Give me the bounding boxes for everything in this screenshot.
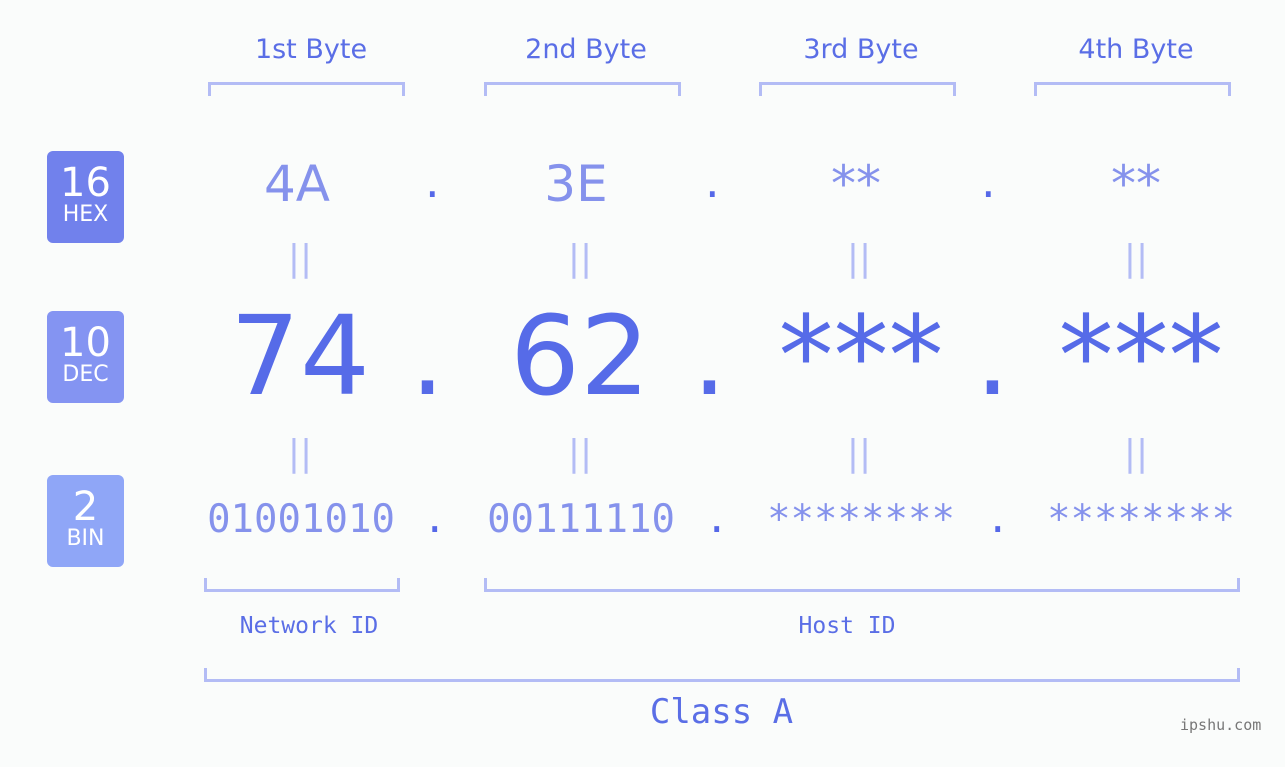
bin-badge-label: BIN	[66, 526, 105, 551]
equals-icon: ||	[567, 238, 593, 279]
bin-octet-1: 01001010	[207, 497, 395, 542]
dec-badge: 10 DEC	[47, 311, 124, 403]
watermark: ipshu.com	[1180, 716, 1262, 734]
hex-octet-1: 4A	[263, 155, 330, 213]
byte-header-1: 1st Byte	[254, 34, 368, 65]
bin-octet-4: ********	[1047, 497, 1235, 542]
host-id-bracket	[484, 578, 1240, 592]
dec-badge-number: 10	[60, 320, 111, 366]
dec-octet-3: ***	[778, 292, 944, 420]
dec-octet-4: ***	[1058, 292, 1224, 420]
hex-badge: 16 HEX	[47, 151, 124, 243]
byte-bracket-3	[759, 82, 956, 96]
hex-separator: .	[981, 154, 996, 208]
byte-bracket-1	[208, 82, 405, 96]
equals-icon: ||	[1123, 238, 1149, 279]
dec-separator: .	[410, 292, 445, 420]
hex-separator: .	[705, 154, 720, 208]
byte-header-3: 3rd Byte	[803, 34, 919, 65]
bin-octet-3: ********	[767, 497, 955, 542]
equals-icon: ||	[287, 238, 313, 279]
dec-separator: .	[975, 292, 1010, 420]
equals-icon: ||	[567, 433, 593, 474]
dec-octet-2: 62	[510, 292, 650, 420]
dec-octet-1: 74	[230, 292, 370, 420]
dec-separator: .	[692, 292, 727, 420]
equals-icon: ||	[846, 238, 872, 279]
dec-badge-label: DEC	[62, 362, 109, 387]
hex-octet-2: 3E	[544, 155, 608, 213]
hex-octet-4: **	[1111, 155, 1161, 213]
host-id-label: Host ID	[798, 613, 896, 639]
class-bracket	[204, 668, 1240, 682]
byte-header-2: 2nd Byte	[525, 34, 647, 65]
equals-icon: ||	[287, 433, 313, 474]
equals-icon: ||	[1123, 433, 1149, 474]
equals-icon: ||	[846, 433, 872, 474]
bin-octet-2: 00111110	[487, 497, 675, 542]
byte-bracket-2	[484, 82, 681, 96]
byte-bracket-4	[1034, 82, 1231, 96]
byte-header-4: 4th Byte	[1078, 34, 1194, 65]
hex-badge-label: HEX	[62, 202, 109, 227]
bin-badge: 2 BIN	[47, 475, 124, 567]
bin-separator: .	[986, 497, 1010, 542]
network-id-label: Network ID	[239, 613, 379, 639]
class-label: Class A	[649, 692, 794, 732]
hex-separator: .	[425, 154, 440, 208]
bin-separator: .	[705, 497, 729, 542]
network-id-bracket	[204, 578, 400, 592]
hex-badge-number: 16	[60, 160, 111, 206]
hex-octet-3: **	[831, 155, 881, 213]
bin-separator: .	[423, 497, 447, 542]
bin-badge-number: 2	[72, 484, 99, 530]
